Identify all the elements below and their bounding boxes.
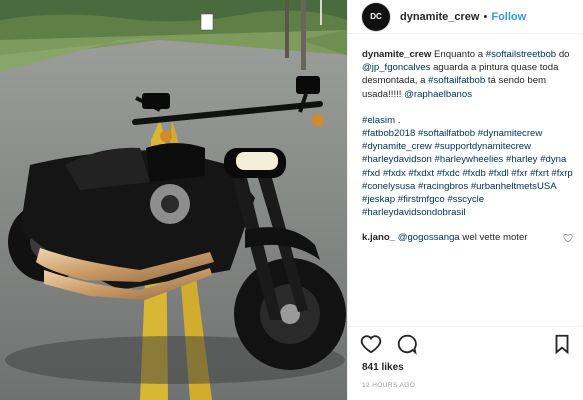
like-heart-icon[interactable] xyxy=(360,333,382,355)
hashtag[interactable]: #sscycle xyxy=(447,194,484,205)
hashtag[interactable]: #harley xyxy=(506,154,537,165)
hashtag[interactable]: #fxrt xyxy=(530,168,549,179)
hashtag-dot: . xyxy=(397,114,401,126)
post-side-panel: DC dynamite_crew • Follow dynamite_crew … xyxy=(347,0,583,400)
separator-dot: • xyxy=(483,10,488,23)
caption-tag-2[interactable]: @jp_fgoncalves xyxy=(362,62,430,73)
comment-bubble-icon[interactable] xyxy=(396,333,418,355)
caption-tag-1[interactable]: #softailstreetbob xyxy=(486,49,556,60)
header-username[interactable]: dynamite_crew xyxy=(400,11,479,23)
follow-button[interactable]: Follow xyxy=(491,11,526,23)
comment-text: k.jano_ @gogossanga wel vette moter xyxy=(362,231,559,244)
hashtag[interactable]: #urbanheltmetsUSA xyxy=(471,181,556,192)
hashtag[interactable]: #dyna xyxy=(540,154,566,165)
hashtag[interactable]: #harleywheelies xyxy=(435,154,504,165)
instagram-post: DC dynamite_crew • Follow dynamite_crew … xyxy=(0,0,583,400)
post-image[interactable] xyxy=(0,0,347,400)
hashtag[interactable]: #racingbros xyxy=(418,181,468,192)
hashtag[interactable]: #dynamitecrew xyxy=(478,128,543,139)
hashtag[interactable]: #fxdxt xyxy=(408,168,434,179)
hashtags: #elasim . #fatbob2018 #softailfatbob #dyn… xyxy=(362,114,573,220)
comment-body: wel vette moter xyxy=(459,232,528,244)
caption-tag-3[interactable]: #softailfatbob xyxy=(428,75,485,86)
post-header: DC dynamite_crew • Follow xyxy=(348,0,583,34)
caption: dynamite_crew Enquanto a #softailstreetb… xyxy=(362,48,573,101)
hashtag[interactable]: #harleydavidsondobrasil xyxy=(362,207,465,218)
timestamp[interactable]: 12 HOURS AGO xyxy=(348,378,583,400)
hashtag[interactable]: #fxd xyxy=(362,168,380,179)
hashtag[interactable]: #fxrp xyxy=(551,168,572,179)
hashtag[interactable]: #fxdl xyxy=(488,168,508,179)
hashtag[interactable]: #harleydavidson xyxy=(362,154,432,165)
hashtag[interactable]: #fatbob2018 xyxy=(362,128,415,139)
hashtag[interactable]: #softailfatbob xyxy=(418,128,475,139)
likes-count[interactable]: 841 likes xyxy=(348,360,583,378)
caption-username[interactable]: dynamite_crew xyxy=(362,49,431,60)
hashtag[interactable]: #conelysusa xyxy=(362,181,415,192)
bookmark-icon[interactable] xyxy=(551,333,573,355)
hashtag[interactable]: #fxdx xyxy=(383,168,406,179)
hashtag[interactable]: #elasim xyxy=(362,115,395,126)
hashtag[interactable]: #jeskap xyxy=(362,194,395,205)
hashtag[interactable]: #dynamite_crew xyxy=(362,141,432,152)
avatar[interactable]: DC xyxy=(362,2,390,31)
hashtag[interactable]: #firstmfgco xyxy=(398,194,445,205)
comment-mention[interactable]: @gogossanga xyxy=(398,232,460,243)
comments-section: dynamite_crew Enquanto a #softailstreetb… xyxy=(348,34,583,326)
hashtag[interactable]: #supportdynamitecrew xyxy=(435,141,532,152)
heart-icon[interactable] xyxy=(563,233,573,243)
hashtag[interactable]: #fxdc xyxy=(437,168,460,179)
caption-text-1: Enquanto a xyxy=(431,49,486,60)
caption-text-2: do xyxy=(556,49,570,60)
comment: k.jano_ @gogossanga wel vette moter xyxy=(362,231,573,244)
action-bar xyxy=(348,326,583,360)
hashtag[interactable]: #fxdb xyxy=(462,168,485,179)
hashtag[interactable]: #fxr xyxy=(511,168,527,179)
caption-gap xyxy=(362,101,573,114)
caption-tag-4[interactable]: @raphaelbanos xyxy=(404,89,472,100)
comment-username[interactable]: k.jano_ xyxy=(362,232,395,243)
motorcycle-photo xyxy=(0,0,347,400)
